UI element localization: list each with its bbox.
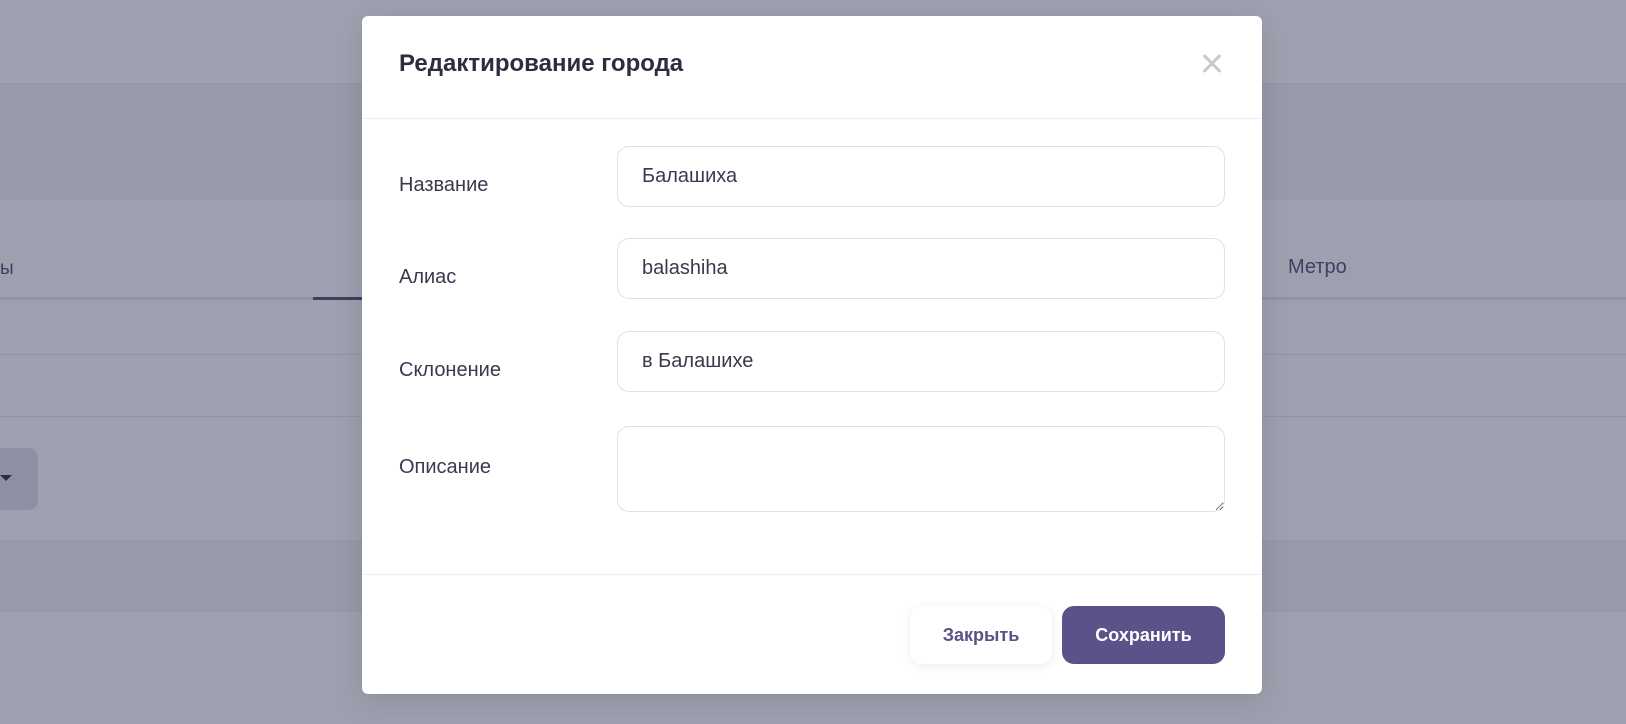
declension-input[interactable] xyxy=(617,331,1225,392)
save-button[interactable]: Сохранить xyxy=(1062,606,1225,664)
modal-header: Редактирование города xyxy=(362,16,1262,119)
description-textarea[interactable] xyxy=(617,426,1225,512)
close-icon[interactable] xyxy=(1196,48,1228,80)
close-button[interactable]: Закрыть xyxy=(910,606,1052,664)
name-input[interactable] xyxy=(617,146,1225,207)
description-label: Описание xyxy=(399,456,492,478)
modal-title: Редактирование города xyxy=(399,50,684,77)
edit-city-modal: Редактирование города Название Алиас Скл… xyxy=(362,16,1262,694)
alias-input[interactable] xyxy=(617,238,1225,299)
modal-footer: Закрыть Сохранить xyxy=(362,574,1262,694)
alias-label: Алиас xyxy=(399,266,457,288)
name-label: Название xyxy=(399,174,489,196)
declension-label: Склонение xyxy=(399,359,501,381)
